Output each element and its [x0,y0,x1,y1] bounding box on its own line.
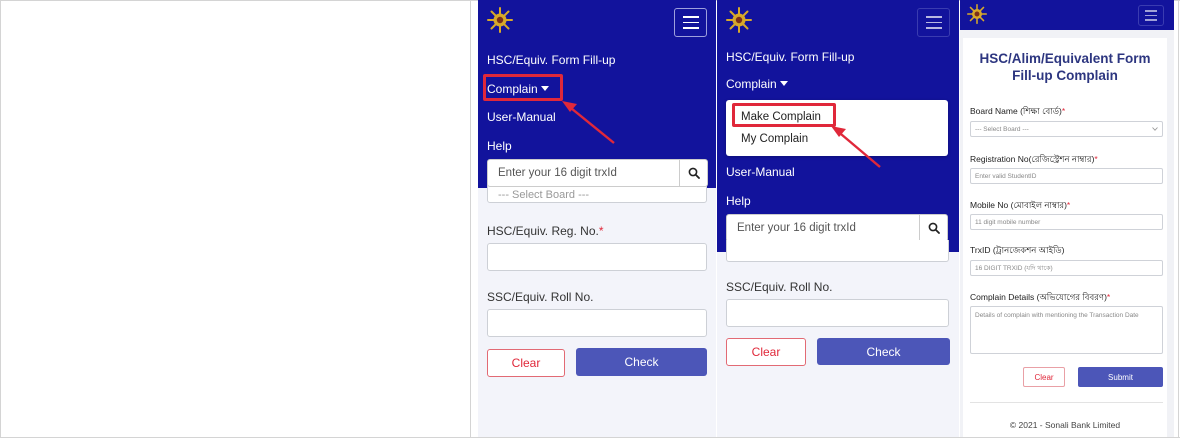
required-mark: * [1061,106,1066,116]
frame-bottom-border [0,437,1180,438]
board-select[interactable]: --- Select Board --- [970,121,1163,137]
trxid-search[interactable]: Enter your 16 digit trxId [487,159,708,187]
board-select-text: --- Select Board --- [498,189,590,201]
registration-input[interactable]: Enter valid StudentID [970,168,1163,184]
required-mark: * [1106,292,1111,302]
chevron-down-icon [1152,127,1158,131]
reg-no-label-text: HSC/Equiv. Reg. No. [487,224,599,238]
nav-complain[interactable]: Complain [726,77,788,91]
complain-details-label: Complain Details (অভিযোগের বিবরণ)* [970,291,1110,305]
mobile-label-text: Mobile No (মোবাইল নাম্বার) [970,200,1067,210]
complain-details-textarea[interactable]: Details of complain with mentioning the … [970,306,1163,354]
reg-no-label: HSC/Equiv. Reg. No.* [487,224,604,238]
navbar [960,0,1174,30]
highlight-box [732,103,836,127]
trxid-search[interactable]: Enter your 16 digit trxId [726,214,948,242]
nav-help[interactable]: Help [487,139,512,153]
board-name-label-text: Board Name (শিক্ষা বোর্ড) [970,106,1062,116]
sunburst-emblem-icon [726,7,752,33]
frame-left-border [0,0,1,437]
sunburst-emblem-icon [487,7,513,33]
search-button[interactable] [679,160,707,186]
board-select-text: --- Select Board --- [975,125,1029,133]
footer-divider [970,402,1163,403]
highlight-box [483,74,563,101]
step1-screenshot: HSC/Equiv. Form Fill-up Complain User-Ma… [478,0,716,437]
mobile-label: Mobile No (মোবাইল নাম্বার)* [970,199,1070,213]
nav-form-fillup[interactable]: HSC/Equiv. Form Fill-up [726,50,854,64]
reg-no-input[interactable] [726,240,949,262]
complain-dropdown-menu: Make Complain My Complain [726,100,948,156]
mobile-input[interactable]: 11 digit mobile number [970,214,1163,230]
nav-help[interactable]: Help [726,194,751,208]
roll-no-label: SSC/Equiv. Roll No. [726,280,833,294]
roll-no-label: SSC/Equiv. Roll No. [487,290,594,304]
step3-screenshot: HSC/Alim/Equivalent Form Fill-up Complai… [960,0,1174,437]
footer-copyright: © 2021 - Sonali Bank Limited [1009,420,1121,430]
sunburst-emblem-icon [967,4,987,24]
required-mark: * [1066,200,1071,210]
roll-no-input[interactable] [726,299,949,327]
search-icon [688,167,700,179]
check-button[interactable]: Check [817,338,950,365]
trxid-search-input[interactable]: Enter your 16 digit trxId [727,222,919,234]
required-mark: * [1094,154,1098,164]
search-icon [928,222,940,234]
trxid-label: TrxID (ট্রানজেকশন আইডি) [970,245,1065,255]
nav-form-fillup[interactable]: HSC/Equiv. Form Fill-up [487,53,615,67]
hamburger-menu-icon[interactable] [917,8,950,37]
clear-button[interactable]: Clear [487,349,565,377]
complain-form-card: HSC/Alim/Equivalent Form Fill-up Complai… [963,38,1167,437]
hamburger-menu-icon[interactable] [1138,5,1164,26]
nav-user-manual[interactable]: User-Manual [487,110,556,124]
trxid-search-input[interactable]: Enter your 16 digit trxId [488,167,679,179]
step2-screenshot: HSC/Equiv. Form Fill-up Complain Make Co… [717,0,959,437]
registration-label: Registration No(রেজিস্ট্রেশন নাম্বার)* [970,153,1098,167]
menu-item-my-complain[interactable]: My Complain [741,133,808,145]
board-name-label: Board Name (শিক্ষা বোর্ড)* [970,105,1065,119]
reg-no-input[interactable] [487,243,707,271]
nav-user-manual[interactable]: User-Manual [726,165,795,179]
search-button[interactable] [919,215,947,241]
frame-right-border [1178,0,1179,437]
frame-divider [470,0,471,437]
submit-button[interactable]: Submit [1078,367,1163,387]
clear-button[interactable]: Clear [1023,367,1065,387]
caret-down-icon [779,81,788,87]
form-title: HSC/Alim/Equivalent Form Fill-up Complai… [979,51,1151,83]
trxid-input[interactable]: 16 DIGIT TRXID (যদি থাকে) [970,260,1163,276]
roll-no-input[interactable] [487,309,707,337]
registration-label-text: Registration No(রেজিস্ট্রেশন নাম্বার) [970,154,1095,164]
clear-button[interactable]: Clear [726,338,806,366]
complain-details-label-text: Complain Details (অভিযোগের বিবরণ) [970,292,1107,302]
navbar: HSC/Equiv. Form Fill-up Complain Make Co… [717,0,959,252]
required-mark: * [598,224,604,238]
check-button[interactable]: Check [576,348,707,376]
nav-complain-label: Complain [726,77,777,91]
hamburger-menu-icon[interactable] [674,8,707,37]
